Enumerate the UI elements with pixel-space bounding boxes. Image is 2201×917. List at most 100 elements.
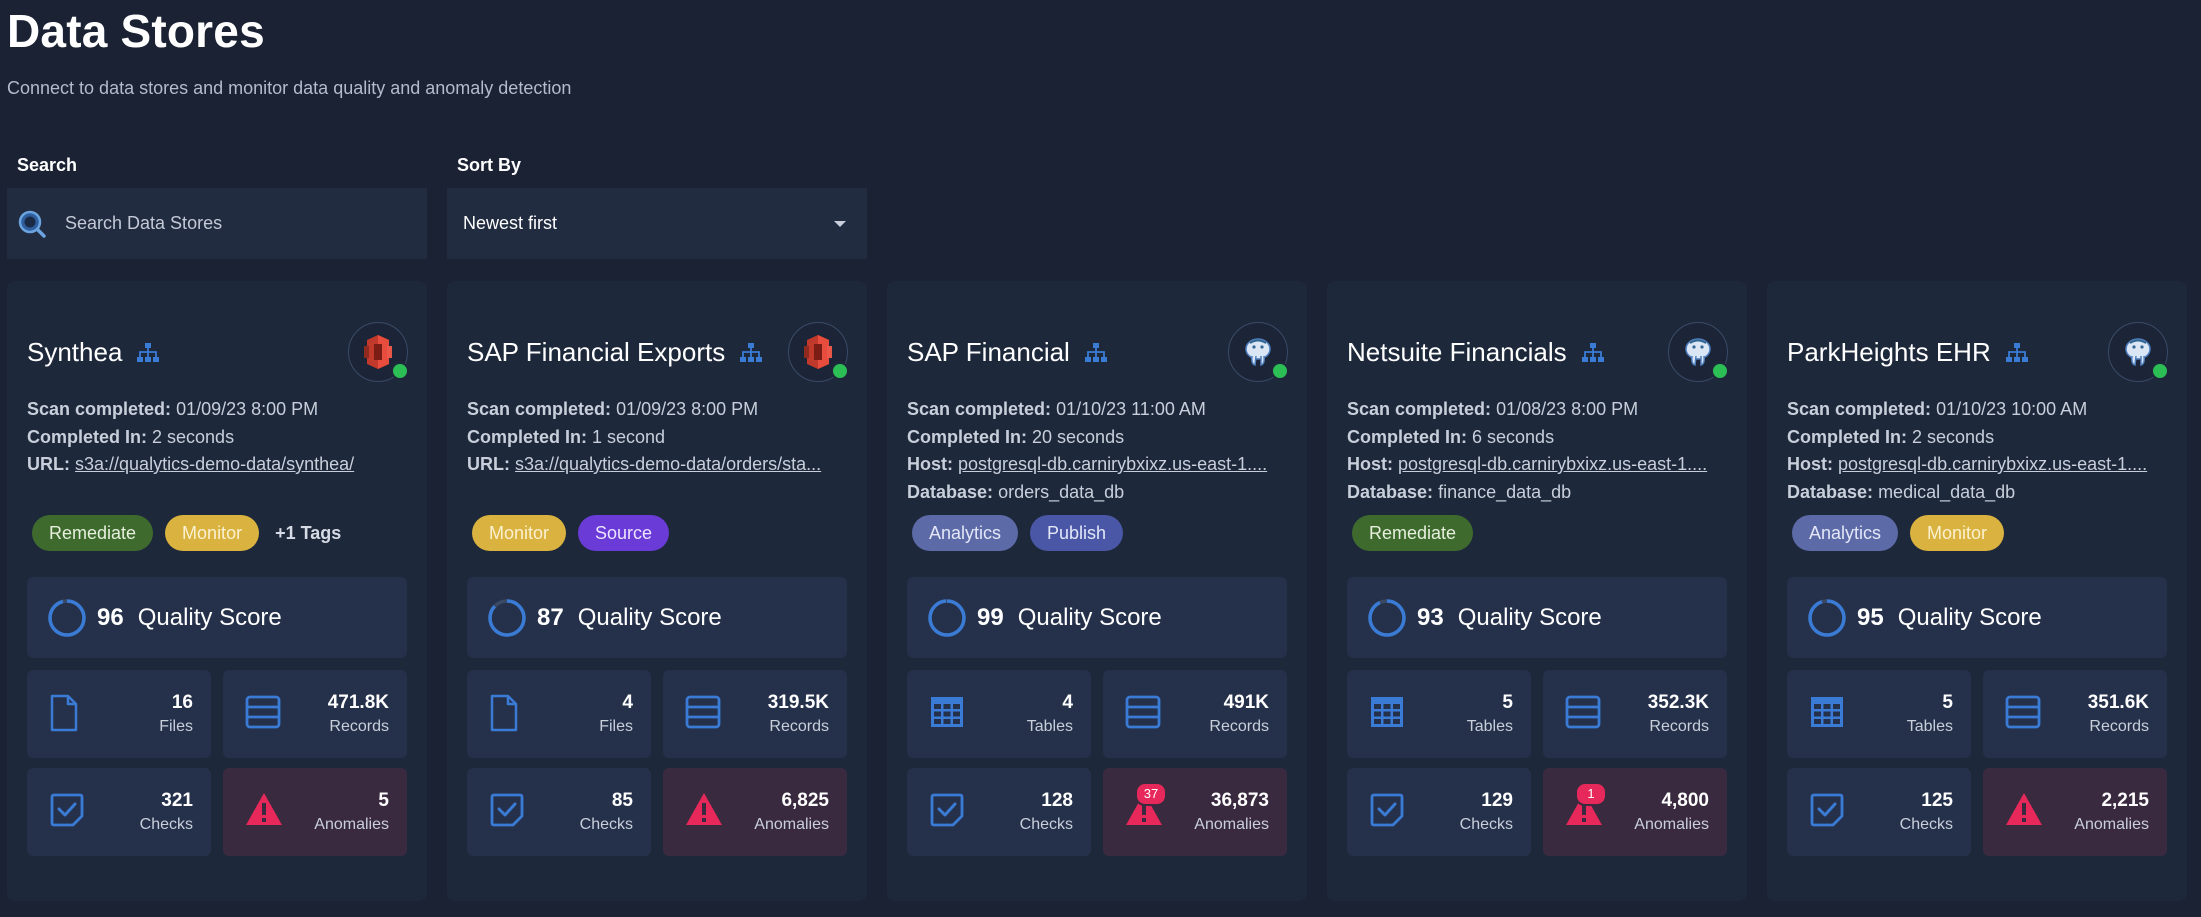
meta-label: Completed In: [1787,426,1907,447]
meta-line: Host: postgresql-db.carnirybxixz.us-east… [1787,451,2167,479]
check-icon [489,792,525,833]
meta-label: Host: [1347,454,1393,474]
stat-checks[interactable]: 321 Checks [27,768,211,856]
meta-link[interactable]: postgresql-db.carnirybxixz.us-east-1.... [1838,454,2147,474]
datastore-card[interactable]: Synthea Scan completed: 01/09/23 8:00 PM C… [7,281,427,901]
tag-chip[interactable]: Monitor [472,515,567,551]
datastore-name[interactable]: Netsuite Financials [1347,337,1567,368]
stat-label: Tables [1466,718,1513,735]
stat-checks[interactable]: 128 Checks [907,768,1091,856]
check-icon [1369,792,1405,833]
check-icon [49,792,85,833]
stat-tables[interactable]: 4 Tables [907,670,1091,758]
check-icon [1809,792,1845,833]
stat-anomalies[interactable]: 37 36,873 Anomalies [1103,768,1287,856]
datastore-card[interactable]: SAP Financial Scan completed: 01/10/23 11… [887,281,1307,901]
stat-records[interactable]: 352.3K Records [1543,670,1727,758]
meta-link[interactable]: s3a://qualytics-demo-data/synthea/ [75,454,354,474]
stat-value: 5 [1502,692,1513,713]
meta-value: 01/10/23 10:00 AM [1936,399,2088,419]
tag-chip[interactable]: Source [578,515,670,551]
hierarchy-icon[interactable] [136,342,160,364]
stat-files[interactable]: 4 Files [467,670,651,758]
hierarchy-icon[interactable] [1084,342,1108,364]
meta-link[interactable]: postgresql-db.carnirybxixz.us-east-1.... [1398,454,1707,474]
tag-chip[interactable]: Remediate [1352,515,1474,551]
tag-chip[interactable]: Publish [1030,515,1124,551]
stat-records[interactable]: 319.5K Records [663,670,847,758]
stat-value: 125 [1921,790,1953,811]
quality-score-panel[interactable]: 96 Quality Score [27,577,407,658]
quality-score-panel[interactable]: 87 Quality Score [467,577,847,658]
more-tags-link[interactable]: +1 Tags [275,523,341,544]
stat-tables[interactable]: 5 Tables [1347,670,1531,758]
tag-chip[interactable]: Monitor [165,515,260,551]
stat-label: Tables [1026,718,1073,735]
stat-label: Checks [1459,816,1513,833]
meta-value: 01/08/23 8:00 PM [1496,399,1639,419]
search-field[interactable] [7,188,427,259]
meta-label: Database: [907,481,994,502]
meta-label: Scan completed: [907,399,1052,419]
postgresql-icon [1682,336,1714,368]
meta-line: Scan completed: 01/08/23 8:00 PM [1347,396,1727,424]
quality-score-label: Quality Score [137,603,282,631]
quality-score-panel[interactable]: 95 Quality Score [1787,577,2167,658]
meta-link[interactable]: s3a://qualytics-demo-data/orders/sta... [515,454,821,474]
stat-anomalies[interactable]: 5 Anomalies [223,768,407,856]
postgresql-icon [1242,336,1274,368]
stat-tables[interactable]: 5 Tables [1787,670,1971,758]
meta-line: Completed In: 20 seconds [907,424,1287,452]
stat-files[interactable]: 16 Files [27,670,211,758]
stat-anomalies[interactable]: 6,825 Anomalies [663,768,847,856]
datastore-name[interactable]: ParkHeights EHR [1787,337,1991,368]
meta-label: Database: [1787,481,1874,502]
hierarchy-icon[interactable] [739,342,763,364]
datastore-card[interactable]: Netsuite Financials Scan completed: 01/08… [1327,281,1747,901]
stat-records[interactable]: 491K Records [1103,670,1287,758]
stat-value: 471.8K [327,692,389,713]
sort-select[interactable]: Newest first [447,188,867,259]
quality-score-panel[interactable]: 99 Quality Score [907,577,1287,658]
stat-value: 321 [161,790,193,811]
datastore-name[interactable]: Synthea [27,337,122,368]
meta-value: 1 second [592,426,666,447]
stat-checks[interactable]: 85 Checks [467,768,651,856]
meta-link[interactable]: postgresql-db.carnirybxixz.us-east-1.... [958,454,1267,474]
datastore-meta: Scan completed: 01/08/23 8:00 PM Complete… [1347,396,1727,506]
stat-anomalies[interactable]: 2,215 Anomalies [1983,768,2167,856]
datastore-card[interactable]: SAP Financial Exports Scan completed: 01/… [447,281,867,901]
meta-label: Host: [1787,454,1833,474]
meta-line: Completed In: 2 seconds [27,424,407,452]
records-icon [1565,694,1601,735]
stat-records[interactable]: 351.6K Records [1983,670,2167,758]
stat-checks[interactable]: 129 Checks [1347,768,1531,856]
stat-records[interactable]: 471.8K Records [223,670,407,758]
tag-chip[interactable]: Analytics [912,515,1019,551]
tag-chip[interactable]: Analytics [1792,515,1899,551]
stat-checks[interactable]: 125 Checks [1787,768,1971,856]
meta-value: 20 seconds [1032,426,1125,447]
hierarchy-icon[interactable] [1581,342,1605,364]
stat-anomalies[interactable]: 1 4,800 Anomalies [1543,768,1727,856]
datastore-card[interactable]: ParkHeights EHR Scan completed: 01/10/23 … [1767,281,2187,901]
quality-ring-icon [48,598,86,637]
meta-label: Scan completed: [1787,399,1932,419]
datastore-name[interactable]: SAP Financial Exports [467,337,725,368]
tag-chip[interactable]: Monitor [1910,515,2005,551]
anomaly-count-badge: 1 [1575,782,1607,806]
meta-label: Scan completed: [467,399,612,419]
tag-chip[interactable]: Remediate [32,515,154,551]
status-indicator [831,362,849,380]
stat-label: Tables [1906,718,1953,735]
search-input[interactable] [63,212,407,235]
check-icon [929,792,965,833]
stat-value: 36,873 [1210,790,1269,811]
quality-score-label: Quality Score [577,603,722,631]
records-icon [245,694,281,735]
stat-label: Checks [1019,816,1073,833]
quality-ring-icon [1808,598,1846,637]
hierarchy-icon[interactable] [2005,342,2029,364]
quality-score-panel[interactable]: 93 Quality Score [1347,577,1727,658]
datastore-name[interactable]: SAP Financial [907,337,1070,368]
